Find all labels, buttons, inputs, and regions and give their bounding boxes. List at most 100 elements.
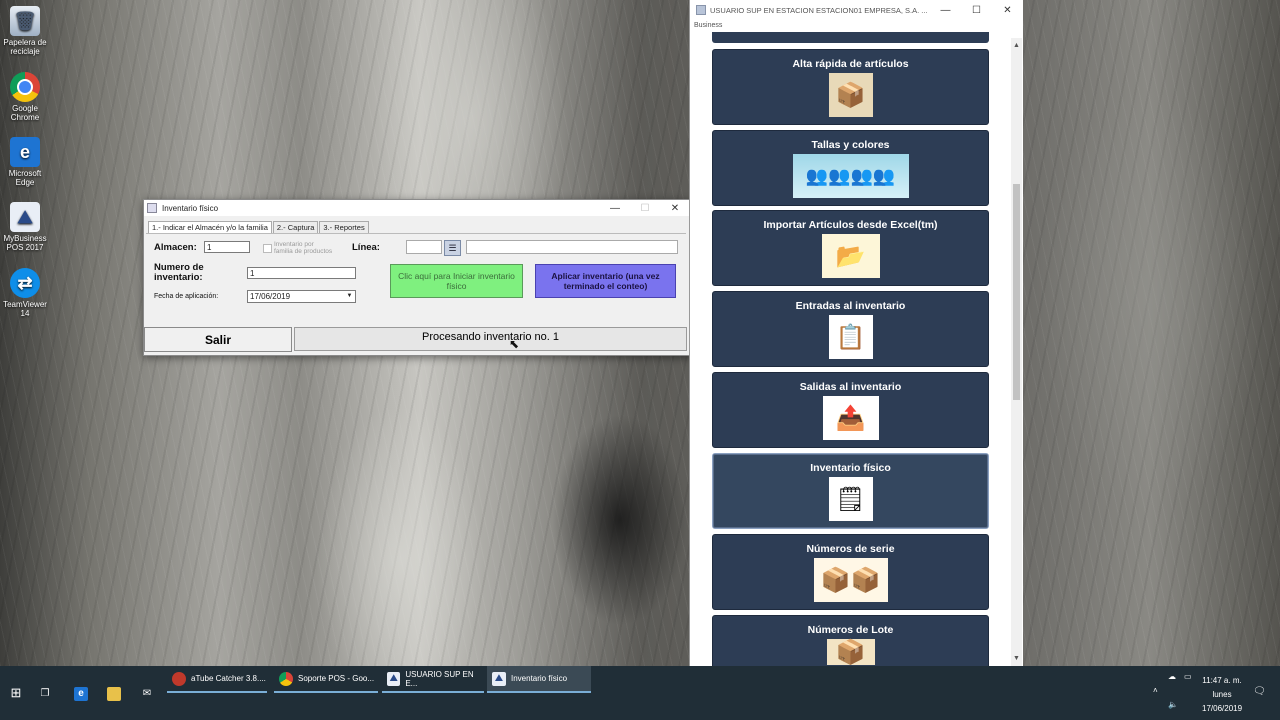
taskbar-item-mybusiness[interactable]: ⛰ USUARIO SUP EN E... xyxy=(382,666,484,693)
minimize-icon[interactable]: — xyxy=(930,0,961,20)
numero-inventario-input[interactable]: 1 xyxy=(247,267,356,279)
tile-tallas-colores[interactable]: Tallas y colores 👥👥👥👥 xyxy=(712,130,989,206)
window-titlebar[interactable]: Inventario físico — ☐ ✕ xyxy=(144,200,690,216)
file-explorer-icon[interactable] xyxy=(107,680,126,707)
almacen-input[interactable]: 1 xyxy=(204,241,250,253)
window-title: Inventario físico xyxy=(162,203,219,213)
tile-alta-rapida-articulos[interactable]: Alta rápida de artículos 📦 xyxy=(712,49,989,125)
aplicar-inventario-button[interactable]: Aplicar inventario (una vez terminado el… xyxy=(535,264,676,298)
mybusiness-app-window: USUARIO SUP EN ESTACION ESTACION01 EMPRE… xyxy=(689,0,1023,666)
numero-inventario-label: Numero de inventario: xyxy=(154,262,204,283)
maximize-icon[interactable]: ☐ xyxy=(630,200,660,216)
tab-strip: 1.- Indicar el Almacén y/o la familia 2.… xyxy=(148,221,370,233)
desktop-icon-label: Google Chrome xyxy=(10,104,40,122)
windows-start-icon[interactable]: ⊞ xyxy=(0,666,32,720)
linea-label: Línea: xyxy=(352,242,380,253)
almacen-label: Almacen: xyxy=(154,242,197,253)
taskbar-item-inventario[interactable]: ⛰ Inventario físico xyxy=(487,666,591,693)
teamviewer-icon: ⇄ xyxy=(10,268,40,298)
app-titlebar[interactable]: USUARIO SUP EN ESTACION ESTACION01 EMPRE… xyxy=(690,0,1023,20)
cloud-icon[interactable]: ☁ xyxy=(1168,672,1176,681)
familia-checkbox[interactable] xyxy=(263,244,272,253)
chrome-icon xyxy=(10,72,40,102)
box-arrow-icon: 📤 xyxy=(822,396,879,440)
taskbar-item-label: USUARIO SUP EN E... xyxy=(405,669,474,688)
app-icon xyxy=(696,5,706,15)
familia-checkbox-label: Inventario por familia de productos xyxy=(274,241,333,255)
tile-label: Alta rápida de artículos xyxy=(792,58,909,70)
close-icon[interactable]: ✕ xyxy=(992,0,1023,20)
desktop-icon-chrome[interactable]: Google Chrome xyxy=(0,72,50,122)
app-icon xyxy=(147,203,157,213)
scroll-up-icon[interactable]: ▲ xyxy=(1011,42,1022,49)
inventario-fisico-window: Inventario físico — ☐ ✕ 1.- Indicar el A… xyxy=(143,199,691,356)
tile-numeros-serie[interactable]: Números de serie 📦📦 xyxy=(712,534,989,610)
taskbar-item-label: Inventario físico xyxy=(511,674,568,683)
boxes-icon: 📦 xyxy=(826,639,875,666)
volume-icon[interactable]: 🔈 xyxy=(1168,700,1178,709)
linea-code-input[interactable] xyxy=(406,240,442,254)
tab-almacen[interactable]: 1.- Indicar el Almacén y/o la familia xyxy=(148,221,272,233)
salir-button[interactable]: Salir xyxy=(144,327,292,352)
desktop-icon-mybusiness[interactable]: ⛰ MyBusiness POS 2017 xyxy=(0,202,50,252)
desktop-icon-teamviewer[interactable]: ⇄ TeamViewer 14 xyxy=(0,268,50,318)
tab-reportes[interactable]: 3.- Reportes xyxy=(319,221,369,233)
taskbar-item-atube[interactable]: aTube Catcher 3.8.... xyxy=(167,666,267,693)
tile-inventario-fisico[interactable]: Inventario físico 🗒 xyxy=(712,453,989,529)
app-subtitle: Business xyxy=(694,22,723,29)
fecha-aplicacion-picker[interactable]: 17/06/2019 ▼ xyxy=(247,290,356,303)
tile-label: Números de Lote xyxy=(807,624,894,636)
scrollbar-thumb[interactable] xyxy=(1013,184,1020,400)
status-bar: Procesando inventario no. 1 xyxy=(294,327,687,351)
clock-day: lunes xyxy=(1212,690,1232,699)
chevron-down-icon[interactable]: ▼ xyxy=(345,292,354,300)
desktop-icon-label: TeamViewer 14 xyxy=(3,300,47,318)
maximize-icon[interactable]: ☐ xyxy=(961,0,992,20)
menu-tiles-panel: Alta rápida de artículos 📦 Tallas y colo… xyxy=(690,32,1011,666)
close-icon[interactable]: ✕ xyxy=(660,200,690,216)
app-window-title: USUARIO SUP EN ESTACION ESTACION01 EMPRE… xyxy=(710,5,928,15)
clipboard-box-icon: 🗒 xyxy=(828,477,873,521)
fecha-value: 17/06/2019 xyxy=(250,292,291,301)
mybusiness-icon: ⛰ xyxy=(492,671,506,686)
document-box-icon: 📋 xyxy=(828,315,873,359)
fecha-aplicacion-label: Fecha de aplicación: xyxy=(154,293,219,300)
minimize-icon[interactable]: — xyxy=(600,200,630,216)
desktop-icon-recycle-bin[interactable]: 🗑 Papelera de reciclaje xyxy=(0,6,50,56)
tile-numeros-lote[interactable]: Números de Lote 📦 xyxy=(712,615,989,666)
taskbar-item-label: Soporte POS - Goo... xyxy=(298,674,375,683)
menu-tile-partial[interactable] xyxy=(712,32,989,43)
tile-label: Inventario físico xyxy=(810,462,891,474)
clock[interactable]: 11:47 a. m. lunes 17/06/2019 xyxy=(1202,674,1242,716)
atube-icon xyxy=(172,671,186,686)
mail-icon[interactable]: ✉ xyxy=(140,680,159,707)
tile-entradas-inventario[interactable]: Entradas al inventario 📋 xyxy=(712,291,989,367)
clock-time: 11:47 a. m. xyxy=(1202,676,1242,685)
mybusiness-icon: ⛰ xyxy=(10,202,40,232)
recycle-bin-icon: 🗑 xyxy=(10,6,40,36)
taskbar-item-label: aTube Catcher 3.8.... xyxy=(191,674,266,683)
linea-search-button[interactable]: ☰ xyxy=(444,240,461,256)
chevron-up-icon[interactable]: ˄ xyxy=(1153,686,1158,695)
edge-icon: e xyxy=(10,137,40,167)
taskbar-item-chrome[interactable]: Soporte POS - Goo... xyxy=(274,666,378,693)
search-list-icon: ☰ xyxy=(448,242,457,253)
network-icon[interactable]: ▭ xyxy=(1184,672,1192,681)
scroll-down-icon[interactable]: ▼ xyxy=(1011,655,1022,662)
taskbar-edge-icon[interactable]: e xyxy=(74,680,93,707)
tile-importar-excel[interactable]: Importar Artículos desde Excel(tm) 📂 xyxy=(712,210,989,286)
tile-label: Entradas al inventario xyxy=(795,300,906,312)
tile-label: Importar Artículos desde Excel(tm) xyxy=(763,219,938,231)
task-view-icon[interactable]: ❐ xyxy=(38,680,57,707)
people-icon: 👥👥👥👥 xyxy=(792,154,909,198)
vertical-scrollbar[interactable]: ▲ ▼ xyxy=(1011,38,1022,666)
desktop-icon-label: Papelera de reciclaje xyxy=(3,38,47,56)
iniciar-inventario-button[interactable]: Clic aquí para Iniciar inventario físico xyxy=(390,264,523,298)
desktop-icon-edge[interactable]: e Microsoft Edge xyxy=(0,137,50,187)
tab-captura[interactable]: 2.- Captura xyxy=(272,221,319,233)
desktop-icon-label: Microsoft Edge xyxy=(8,169,42,187)
mouse-cursor-icon: ⬉ xyxy=(509,337,520,351)
notification-icon[interactable]: 🗨 xyxy=(1253,686,1266,697)
tile-label: Salidas al inventario xyxy=(799,381,902,393)
tile-salidas-inventario[interactable]: Salidas al inventario 📤 xyxy=(712,372,989,448)
